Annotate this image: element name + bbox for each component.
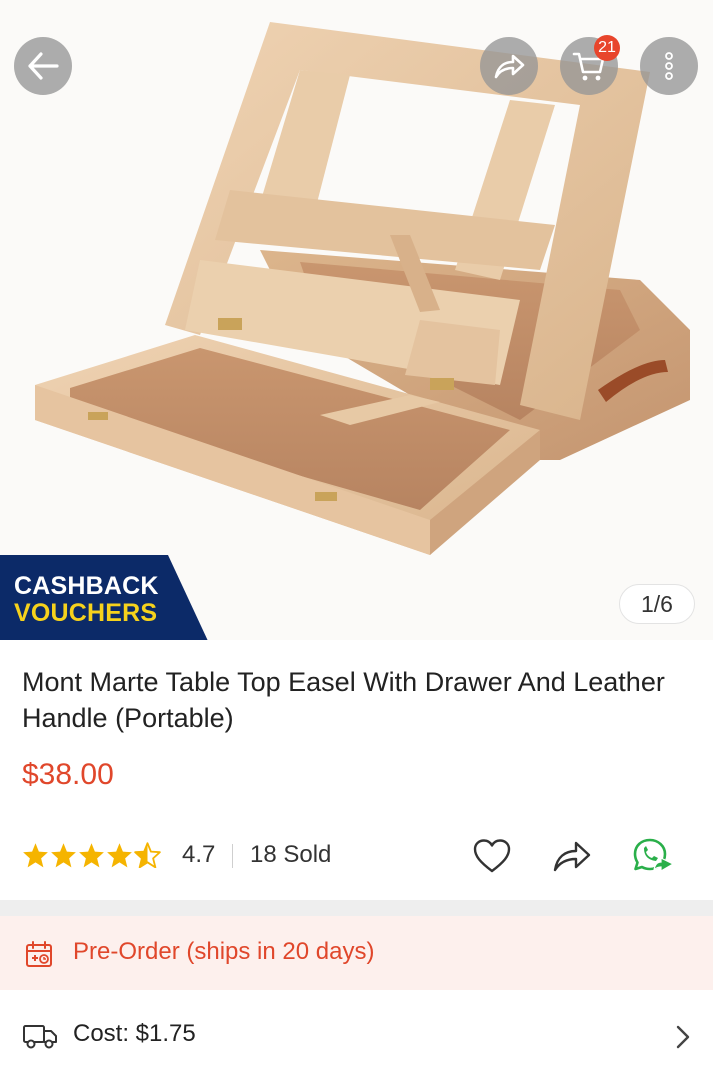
rating-value: 4.7 bbox=[182, 841, 216, 868]
section-divider bbox=[0, 900, 713, 916]
back-button[interactable] bbox=[14, 37, 72, 95]
rating-stars bbox=[22, 842, 161, 868]
shipping-cost-text: Cost: $1.75 bbox=[73, 1020, 196, 1047]
product-price: $38.00 bbox=[22, 758, 114, 791]
whatsapp-icon bbox=[633, 838, 675, 873]
heart-icon bbox=[473, 839, 511, 873]
arrow-left-icon bbox=[28, 52, 59, 80]
star-full-icon bbox=[107, 843, 132, 868]
vouchers-label: VOUCHERS bbox=[14, 599, 158, 627]
rating-row: 4.7 18 Sold bbox=[22, 836, 692, 876]
product-photo-easel bbox=[35, 22, 690, 555]
shipping-cost-row[interactable]: Cost: $1.75 bbox=[0, 990, 713, 1080]
share-button-top[interactable] bbox=[480, 37, 538, 95]
product-image-gallery[interactable]: 21 CASHBACK VOUCHERS 1/6 bbox=[0, 0, 713, 640]
whatsapp-share-button[interactable] bbox=[632, 836, 676, 876]
product-title: Mont Marte Table Top Easel With Drawer A… bbox=[22, 667, 665, 733]
sold-count: 18 Sold bbox=[250, 841, 332, 868]
chevron-right-icon bbox=[676, 1025, 690, 1049]
image-pager: 1/6 bbox=[619, 584, 695, 624]
cart-count-badge: 21 bbox=[594, 35, 620, 61]
star-half-icon bbox=[134, 842, 161, 868]
preorder-banner: Pre-Order (ships in 20 days) bbox=[0, 916, 713, 990]
preorder-text: Pre-Order (ships in 20 days) bbox=[73, 938, 375, 965]
share-button[interactable] bbox=[550, 836, 594, 876]
cashback-label: CASHBACK bbox=[14, 572, 159, 600]
calendar-clock-icon bbox=[26, 941, 52, 967]
star-full-icon bbox=[23, 843, 48, 868]
more-vertical-icon bbox=[665, 52, 673, 80]
rating-divider bbox=[232, 844, 233, 868]
cashback-vouchers-banner[interactable]: CASHBACK VOUCHERS bbox=[0, 555, 210, 640]
share-icon bbox=[494, 54, 525, 79]
share-icon bbox=[553, 841, 591, 872]
cart-button[interactable]: 21 bbox=[560, 35, 620, 95]
star-full-icon bbox=[51, 843, 76, 868]
wishlist-button[interactable] bbox=[470, 836, 514, 876]
more-options-button[interactable] bbox=[640, 37, 698, 95]
star-full-icon bbox=[79, 843, 104, 868]
delivery-truck-icon bbox=[23, 1025, 57, 1049]
